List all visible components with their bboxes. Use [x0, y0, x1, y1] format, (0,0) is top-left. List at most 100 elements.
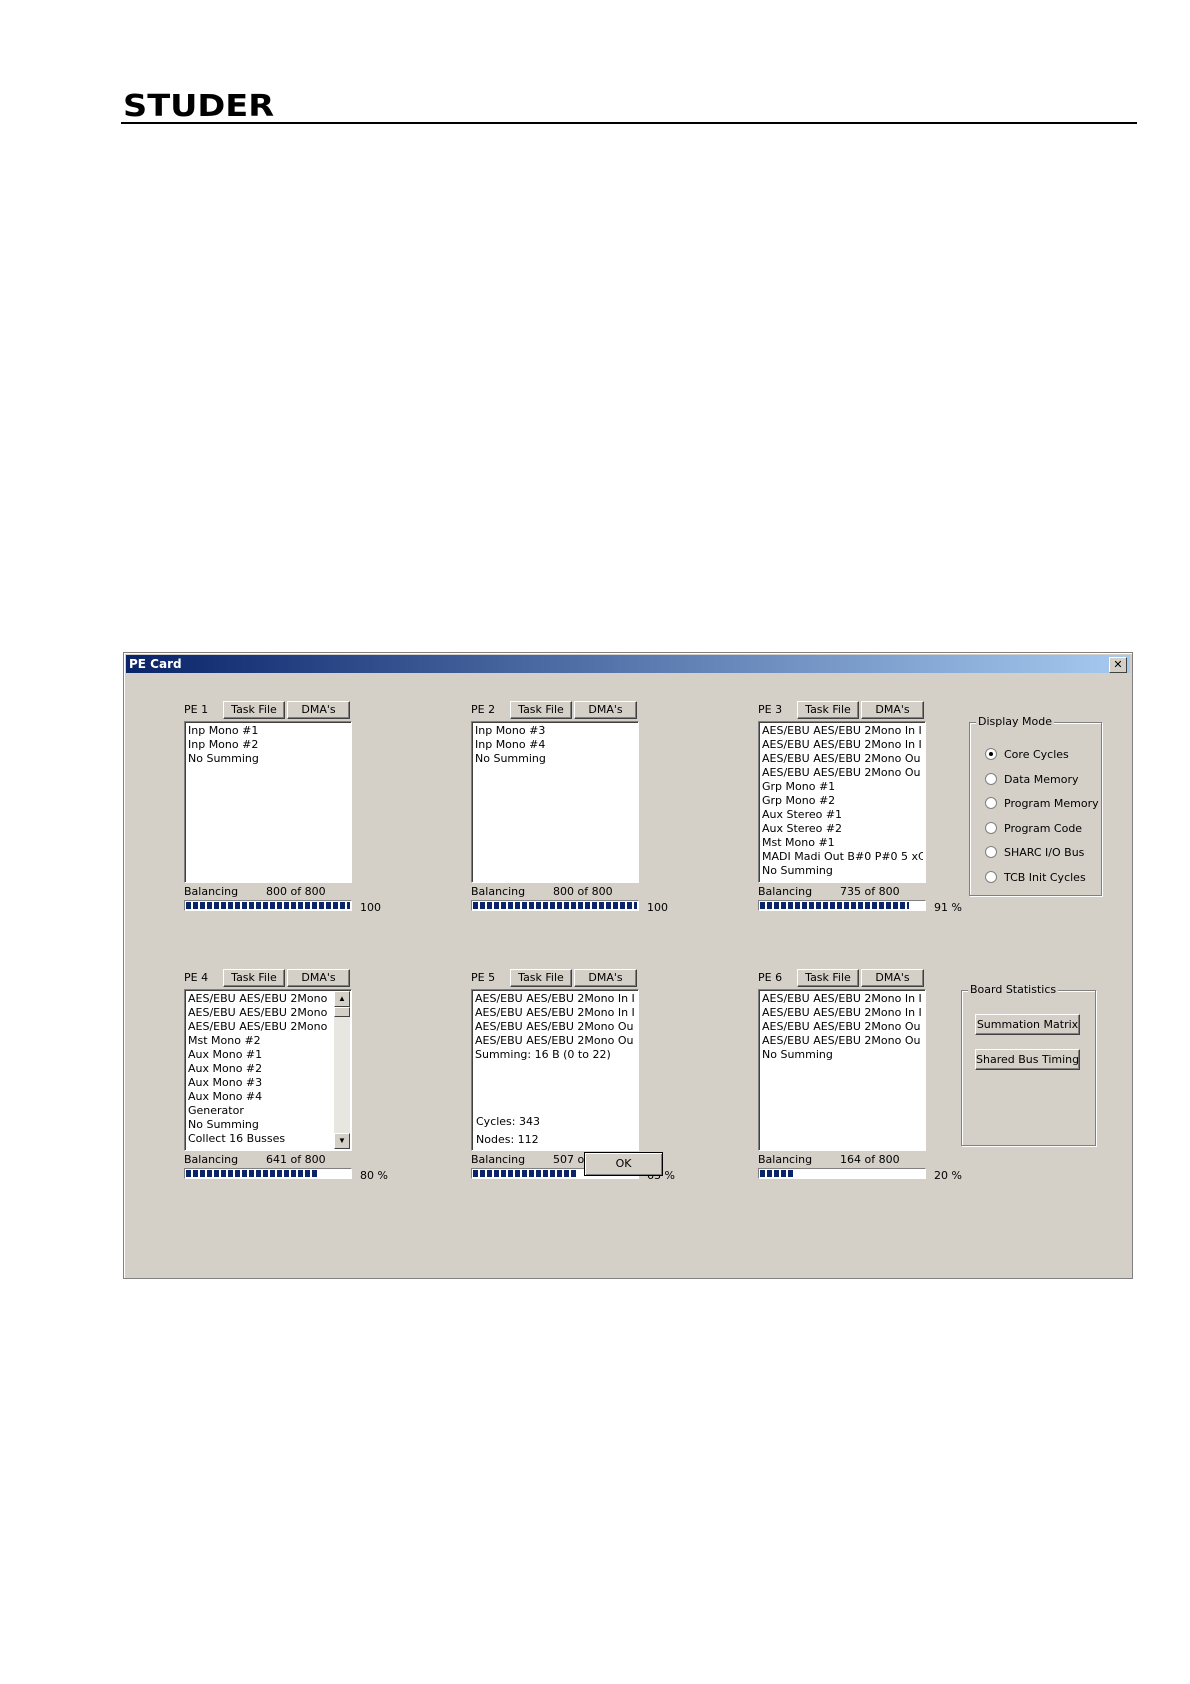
task-list[interactable]: Inp Mono #3 Inp Mono #4 No Summing [471, 721, 639, 883]
dmas-button[interactable]: DMA's [574, 969, 637, 987]
balancing-value: 641 of 800 [266, 1153, 326, 1166]
display-mode-radio[interactable] [985, 821, 997, 834]
pe-label: PE 3 [758, 703, 783, 716]
display-mode-option-label[interactable]: Data Memory [1004, 773, 1079, 786]
list-item[interactable]: No Summing [762, 864, 923, 878]
display-mode-option-label[interactable]: SHARC I/O Bus [1004, 846, 1084, 859]
list-item[interactable]: Aux Mono #1 [188, 1048, 333, 1062]
list-item[interactable]: AES/EBU AES/EBU 2Mono In I [762, 1006, 923, 1020]
list-scrollbar[interactable]: ▲ ▼ [334, 991, 350, 1149]
list-item[interactable]: AES/EBU AES/EBU 2Mono Ou [475, 1020, 636, 1034]
dmas-button[interactable]: DMA's [861, 969, 924, 987]
balancing-value: 800 of 800 [553, 885, 613, 898]
pe-label: PE 1 [184, 703, 209, 716]
list-item[interactable]: Aux Stereo #1 [762, 808, 923, 822]
task-file-button[interactable]: Task File [510, 701, 572, 719]
list-item[interactable]: Aux Mono #4 [188, 1090, 333, 1104]
list-item[interactable]: AES/EBU AES/EBU 2Mono Ou [762, 1034, 923, 1048]
balancing-label: Balancing [758, 885, 813, 898]
percent-readout: 91 % [934, 901, 962, 914]
list-item[interactable]: No Summing [762, 1048, 923, 1062]
task-file-button[interactable]: Task File [797, 969, 859, 987]
list-item[interactable]: Inp Mono #3 [475, 724, 636, 738]
pe-label: PE 2 [471, 703, 496, 716]
summation-matrix-button[interactable]: Summation Matrix [975, 1014, 1080, 1035]
ok-button[interactable]: OK [584, 1152, 663, 1176]
display-mode-option-label[interactable]: Program Code [1004, 822, 1082, 835]
balancing-progress-bar [184, 900, 352, 911]
list-item[interactable]: AES/EBU AES/EBU 2Mono In I [762, 992, 923, 1006]
list-item[interactable]: Collect 16 Busses [188, 1132, 333, 1146]
dmas-button[interactable]: DMA's [287, 701, 350, 719]
task-file-button[interactable]: Task File [223, 701, 285, 719]
list-item[interactable]: AES/EBU AES/EBU 2Mono [188, 1006, 333, 1020]
task-list[interactable]: AES/EBU AES/EBU 2Mono In I AES/EBU AES/EB… [758, 989, 926, 1151]
scroll-thumb[interactable] [334, 1007, 350, 1017]
list-item[interactable]: AES/EBU AES/EBU 2Mono [188, 1020, 333, 1034]
list-item[interactable]: No Summing [188, 752, 349, 766]
list-item[interactable]: AES/EBU AES/EBU 2Mono Ou [475, 1034, 636, 1048]
task-file-button[interactable]: Task File [510, 969, 572, 987]
progress-fill [760, 902, 909, 909]
list-item[interactable]: MADI Madi Out B#0 P#0 5 xCh [762, 850, 923, 864]
list-item[interactable]: No Summing [475, 752, 636, 766]
progress-fill [473, 902, 637, 909]
dmas-button[interactable]: DMA's [574, 701, 637, 719]
display-mode-group: Display Mode Core Cycles Data Memory Progr… [969, 715, 1102, 896]
task-list[interactable]: AES/EBU AES/EBU 2Mono AES/EBU AES/EBU 2Mo… [184, 989, 352, 1151]
display-mode-option-label[interactable]: Core Cycles [1004, 748, 1069, 761]
dmas-button[interactable]: DMA's [861, 701, 924, 719]
progress-fill [186, 1170, 317, 1177]
list-item[interactable]: Mst Mono #1 [762, 836, 923, 850]
cycles-readout: Cycles: 343 [476, 1115, 540, 1128]
balancing-value: 735 of 800 [840, 885, 900, 898]
list-item[interactable]: AES/EBU AES/EBU 2Mono [188, 992, 333, 1006]
task-list[interactable]: Inp Mono #1 Inp Mono #2 No Summing [184, 721, 352, 883]
list-item[interactable]: Aux Mono #3 [188, 1076, 333, 1090]
balancing-progress-bar [758, 900, 926, 911]
list-item[interactable]: Grp Mono #1 [762, 780, 923, 794]
board-statistics-group: Board Statistics Summation Matrix Shared… [961, 983, 1096, 1146]
list-item[interactable]: AES/EBU AES/EBU 2Mono In I [475, 992, 636, 1006]
list-item[interactable]: No Summing [188, 1118, 333, 1132]
task-file-button[interactable]: Task File [797, 701, 859, 719]
list-item[interactable]: AES/EBU AES/EBU 2Mono In I [475, 1006, 636, 1020]
balancing-label: Balancing [184, 1153, 239, 1166]
close-button[interactable]: ✕ [1109, 657, 1127, 673]
task-file-button[interactable]: Task File [223, 969, 285, 987]
display-mode-option-label[interactable]: Program Memory [1004, 797, 1099, 810]
display-mode-radio[interactable] [985, 748, 997, 760]
display-mode-radio[interactable] [985, 772, 997, 785]
list-item[interactable]: Inp Mono #4 [475, 738, 636, 752]
scroll-up-icon[interactable]: ▲ [334, 991, 350, 1007]
list-item[interactable]: Generator [188, 1104, 333, 1118]
list-item[interactable]: AES/EBU AES/EBU 2Mono Ou [762, 1020, 923, 1034]
dmas-button[interactable]: DMA's [287, 969, 350, 987]
list-item[interactable]: AES/EBU AES/EBU 2Mono In I [762, 724, 923, 738]
shared-bus-timing-button[interactable]: Shared Bus Timing [975, 1049, 1080, 1070]
balancing-progress-bar [184, 1168, 352, 1179]
list-item[interactable]: Inp Mono #1 [188, 724, 349, 738]
list-item[interactable]: AES/EBU AES/EBU 2Mono Ou [762, 752, 923, 766]
scroll-down-icon[interactable]: ▼ [334, 1133, 350, 1149]
list-item[interactable]: Mst Mono #2 [188, 1034, 333, 1048]
list-item[interactable]: Grp Mono #2 [762, 794, 923, 808]
nodes-readout: Nodes: 112 [476, 1133, 539, 1146]
display-mode-radio[interactable] [985, 797, 997, 809]
list-item[interactable]: Summing: 16 B (0 to 22) [475, 1048, 636, 1062]
task-list-items: AES/EBU AES/EBU 2Mono In I AES/EBU AES/EB… [475, 992, 636, 1062]
display-mode-radio[interactable] [985, 870, 997, 883]
list-item[interactable]: AES/EBU AES/EBU 2Mono In I [762, 738, 923, 752]
task-list-items: AES/EBU AES/EBU 2Mono AES/EBU AES/EBU 2Mo… [188, 992, 333, 1146]
display-mode-option-label[interactable]: TCB Init Cycles [1004, 871, 1086, 884]
percent-readout: 80 % [360, 1169, 388, 1182]
pe-label: PE 6 [758, 971, 783, 984]
list-item[interactable]: Inp Mono #2 [188, 738, 349, 752]
task-list[interactable]: AES/EBU AES/EBU 2Mono In I AES/EBU AES/EB… [758, 721, 926, 883]
display-mode-radio[interactable] [985, 846, 997, 858]
list-item[interactable]: Aux Stereo #2 [762, 822, 923, 836]
balancing-value: 164 of 800 [840, 1153, 900, 1166]
percent-readout: 100 [647, 901, 668, 914]
list-item[interactable]: Aux Mono #2 [188, 1062, 333, 1076]
list-item[interactable]: AES/EBU AES/EBU 2Mono Ou [762, 766, 923, 780]
